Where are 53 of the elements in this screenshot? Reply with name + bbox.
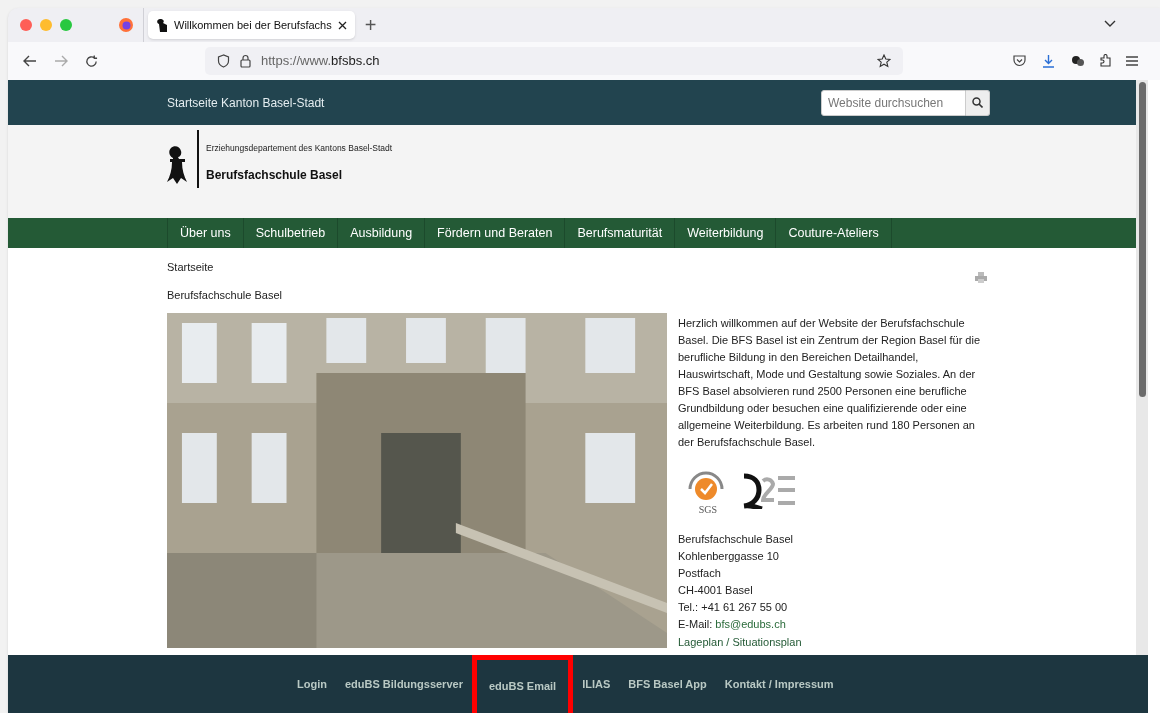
download-icon[interactable] (1042, 54, 1055, 68)
favicon-icon (156, 18, 168, 32)
address-line: CH-4001 Basel (678, 583, 754, 598)
footer-link[interactable]: eduBS Email (471, 655, 574, 713)
extension-balls-icon[interactable] (1071, 55, 1085, 67)
extensions-icon[interactable] (1099, 54, 1112, 68)
close-window-button[interactable] (20, 19, 32, 31)
pocket-icon[interactable] (1013, 55, 1026, 67)
menu-icon[interactable] (1126, 56, 1138, 66)
footer-link[interactable]: BFS Basel App (619, 655, 716, 713)
address-line: Berufsfachschule Basel (678, 532, 794, 547)
back-icon[interactable] (23, 55, 37, 67)
page-title: Berufsfachschule Basel (167, 287, 283, 303)
nav-item[interactable]: Berufsmaturität (565, 218, 676, 248)
close-tab-icon[interactable] (337, 20, 347, 30)
email-link[interactable]: bfs@edubs.ch (715, 618, 786, 630)
search-button[interactable] (966, 89, 990, 116)
address-line: Kohlenberggasse 10 (678, 549, 780, 564)
scrollbar-thumb[interactable] (1138, 82, 1146, 397)
nav-item[interactable]: Fördern und Beraten (425, 218, 566, 248)
shield-icon[interactable] (217, 54, 230, 68)
address-bar[interactable]: https://www.bfsbs.ch (205, 47, 903, 75)
footer-link[interactable]: ILIAS (573, 655, 620, 713)
q2e-certificate-logo-icon (741, 473, 796, 509)
search-field[interactable]: Website durchsuchen (821, 89, 966, 116)
address-line: Postfach (678, 566, 722, 581)
nav-item[interactable]: Couture-Ateliers (776, 218, 892, 248)
lock-icon (240, 54, 251, 68)
reload-icon[interactable] (85, 54, 98, 68)
address-line: Tel.: +41 61 267 55 00 (678, 600, 789, 615)
intro-paragraph: Herzlich willkommen auf der Website der Berufsfachschule Basel. Die BFS Basel ist ein Zentrum der Region Basel für die berufliche Bildung in den Bereichen Detailhandel, Hauswirtschaft, Mode und Gestaltung sowie Soziales. An der BFS Basel absolvieren rund 2500 Personen eine berufliche Grundbildung oder besuchen eine qualifizierende oder eine allgemeine Weiterbildung. Es arbeiten rund 180 Personen an der Berufsfachschule Basel. (678, 316, 982, 450)
tab-title: Willkommen bei der Berufsfachs (174, 17, 332, 33)
nav-item[interactable]: Schulbetrieb (243, 218, 339, 248)
nav-item[interactable]: Über uns (168, 218, 244, 248)
nav-item[interactable]: Weiterbildung (675, 218, 777, 248)
email-line: E-Mail: bfs@edubs.ch (678, 617, 787, 632)
chevron-down-icon[interactable] (1104, 20, 1116, 28)
search-icon (972, 97, 983, 108)
school-name[interactable]: Berufsfachschule Basel (206, 165, 393, 184)
canton-home-link[interactable]: Startseite Kanton Basel-Stadt (167, 93, 325, 112)
sgs-certificate-logo: SGS (686, 467, 726, 515)
breadcrumb-link[interactable]: Startseite (167, 259, 990, 276)
footer-link[interactable]: eduBS Bildungsserver (335, 655, 472, 713)
browser-logo-icon[interactable] (119, 18, 133, 32)
footer-link[interactable]: Kontakt / Impressum (715, 655, 843, 713)
nav-item[interactable]: Ausbildung (338, 218, 426, 248)
url-text: https://www.bfsbs.ch (261, 52, 380, 71)
map-link[interactable]: Lageplan / Situationsplan (678, 634, 802, 651)
browser-tab[interactable]: Willkommen bei der Berufsfachs (148, 11, 355, 39)
department-name: Erziehungsdepartement des Kantons Basel-Stadt (206, 142, 393, 155)
footer-link[interactable]: Login (288, 655, 336, 713)
bookmark-star-icon[interactable] (877, 54, 891, 68)
new-tab-button[interactable]: + (364, 15, 377, 35)
